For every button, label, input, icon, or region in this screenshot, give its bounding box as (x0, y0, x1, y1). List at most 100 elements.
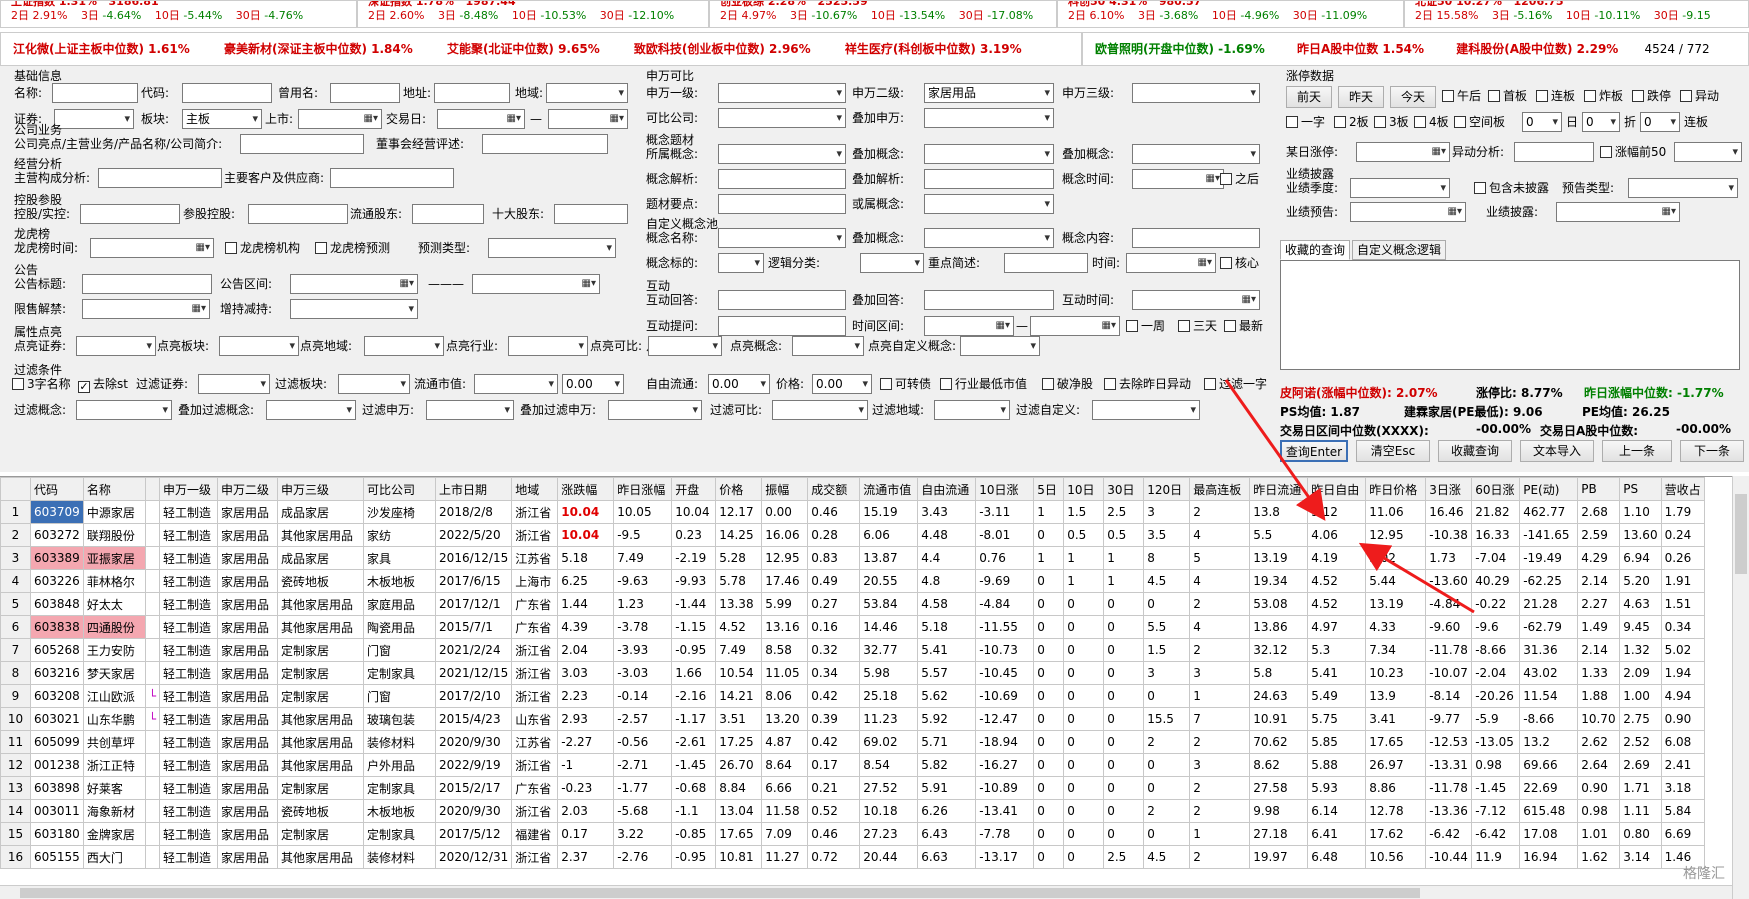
cell[interactable]: 2.41 (1660, 753, 1705, 777)
cell[interactable]: 4.87 (761, 730, 809, 754)
cell[interactable]: -3.78 (613, 615, 673, 639)
below-net-check[interactable]: 破净股 (1042, 374, 1093, 394)
cell[interactable]: -0.95 (671, 845, 717, 869)
forecast-picker[interactable] (1350, 202, 1466, 222)
cell[interactable]: 0 (1063, 845, 1105, 869)
col-header-12[interactable]: 开盘 (671, 477, 717, 501)
add-filter-concept-select[interactable] (266, 400, 356, 420)
table-row[interactable]: 1 603709 中源家居 轻工制造 家居用品 成品家居 沙发座椅 2018/2/8 浙江省 10… (0, 500, 1705, 524)
cell[interactable]: 603216 (30, 661, 84, 685)
cell[interactable]: -9.5 (613, 523, 673, 547)
cell[interactable]: 6.08 (1660, 730, 1705, 754)
cell[interactable]: 0 (1063, 661, 1105, 685)
filter-sw-select[interactable] (426, 400, 514, 420)
cell[interactable]: 6.14 (1307, 799, 1367, 823)
cell[interactable]: 家居用品 (217, 500, 279, 524)
row-number[interactable]: 2 (0, 523, 31, 547)
cell[interactable]: 共创草坪 (82, 730, 146, 754)
clear-button[interactable]: 清空Esc (1356, 440, 1430, 462)
notice-start-picker[interactable] (290, 274, 418, 294)
cell[interactable]: 2.14 (1577, 569, 1621, 593)
cell[interactable]: -1.17 (671, 707, 717, 731)
cell[interactable]: 3 (1189, 661, 1251, 685)
cell[interactable]: 5.8 (1249, 661, 1309, 685)
median-gem[interactable]: 致欧科技(创业板中位数) 2.96% (634, 42, 811, 56)
cell[interactable]: 5.57 (917, 661, 977, 685)
cell[interactable]: 玻璃包装 (363, 707, 437, 731)
top50-select[interactable] (1674, 142, 1742, 162)
cell[interactable]: 浙江省 (511, 638, 559, 662)
filter-3char-check[interactable]: 3字名称 (12, 374, 71, 394)
cell[interactable]: -0.14 (613, 684, 673, 708)
cell[interactable]: -11.55 (975, 615, 1035, 639)
burst-check[interactable]: 炸板 (1584, 86, 1623, 106)
day-stepper[interactable]: 0 (1522, 112, 1562, 132)
cell[interactable]: -6.42 (1425, 822, 1473, 846)
sw-l1-select[interactable] (718, 83, 846, 103)
cell[interactable]: 7.09 (761, 822, 809, 846)
cell[interactable]: 14.21 (715, 684, 763, 708)
unlock-picker[interactable] (82, 299, 210, 319)
row-number[interactable]: 8 (0, 661, 31, 685)
cell[interactable]: 2020/12/31 (435, 845, 513, 869)
cell[interactable]: 1.33 (1577, 661, 1621, 685)
col-header-15[interactable]: 成交额 (807, 477, 861, 501)
cell[interactable]: 0.90 (1577, 776, 1621, 800)
cell[interactable]: 广东省 (511, 615, 559, 639)
increase-select[interactable] (290, 299, 418, 319)
cell[interactable]: 浙江省 (511, 523, 559, 547)
cell[interactable]: 10.04 (557, 523, 615, 547)
cell[interactable]: 0.49 (807, 569, 861, 593)
cell[interactable] (144, 500, 161, 524)
cell[interactable]: 17.08 (1519, 822, 1579, 846)
cell[interactable]: 10.04 (671, 500, 717, 524)
cell[interactable]: 2022/5/20 (435, 523, 513, 547)
cell[interactable] (144, 799, 161, 823)
cell[interactable]: 5.91 (917, 776, 977, 800)
col-header-29[interactable]: PE(动) (1519, 477, 1579, 501)
cell[interactable]: 9.45 (1619, 615, 1662, 639)
cell[interactable] (144, 661, 161, 685)
cell[interactable]: 定制家具 (363, 822, 437, 846)
cell[interactable]: 轻工制造 (159, 822, 219, 846)
cell[interactable]: 1.51 (1660, 592, 1705, 616)
cell[interactable]: 13.19 (1365, 592, 1427, 616)
cell[interactable]: 2.14 (1577, 638, 1621, 662)
cell[interactable]: 其他家居用品 (277, 523, 365, 547)
cell[interactable]: -2.76 (613, 845, 673, 869)
owned-concept-select[interactable] (718, 144, 846, 164)
cell[interactable]: -1.15 (671, 615, 717, 639)
price-stepper[interactable]: 0.00 (812, 374, 872, 394)
cell[interactable]: 5.41 (917, 638, 977, 662)
cell[interactable]: 0.98 (1471, 753, 1521, 777)
cell[interactable]: 家庭用品 (363, 592, 437, 616)
cell[interactable]: 家具 (363, 546, 437, 570)
row-number[interactable]: 5 (0, 592, 31, 616)
cell[interactable]: 2.68 (1577, 500, 1621, 524)
cell[interactable]: 12.95 (761, 546, 809, 570)
cell[interactable]: 好太太 (82, 592, 146, 616)
yesterday-button[interactable]: 昨天 (1338, 86, 1384, 108)
cell[interactable]: 0.5 (1063, 523, 1105, 547)
cell[interactable]: -4.84 (975, 592, 1035, 616)
cell[interactable]: 13.8 (1249, 500, 1309, 524)
cell[interactable]: 10.70 (1577, 707, 1621, 731)
cell[interactable]: 0 (1063, 753, 1105, 777)
dragon-time-picker[interactable] (90, 238, 214, 258)
cell[interactable]: 成品家居 (277, 500, 365, 524)
cell[interactable]: -0.23 (557, 776, 615, 800)
cell[interactable]: 5.92 (917, 707, 977, 731)
cell[interactable]: 0 (1033, 569, 1065, 593)
cell[interactable]: 0.24 (1660, 523, 1705, 547)
ticker-0[interactable]: 上证指数 1.31% 3186.81 2日 2.91% 3日 -4.64% 10日… (0, 0, 357, 28)
cell[interactable]: 定制家居 (277, 638, 365, 662)
cell[interactable]: 5.88 (1307, 753, 1367, 777)
cell[interactable]: 0 (1063, 822, 1105, 846)
cell[interactable]: 21.82 (1471, 500, 1521, 524)
fav-query-list[interactable] (1280, 260, 1740, 370)
cell[interactable]: 1.71 (1619, 776, 1662, 800)
cell[interactable]: └ (144, 707, 161, 731)
row-number[interactable]: 3 (0, 546, 31, 570)
cell[interactable]: 0 (1063, 707, 1105, 731)
cell[interactable]: 2.52 (1619, 730, 1662, 754)
